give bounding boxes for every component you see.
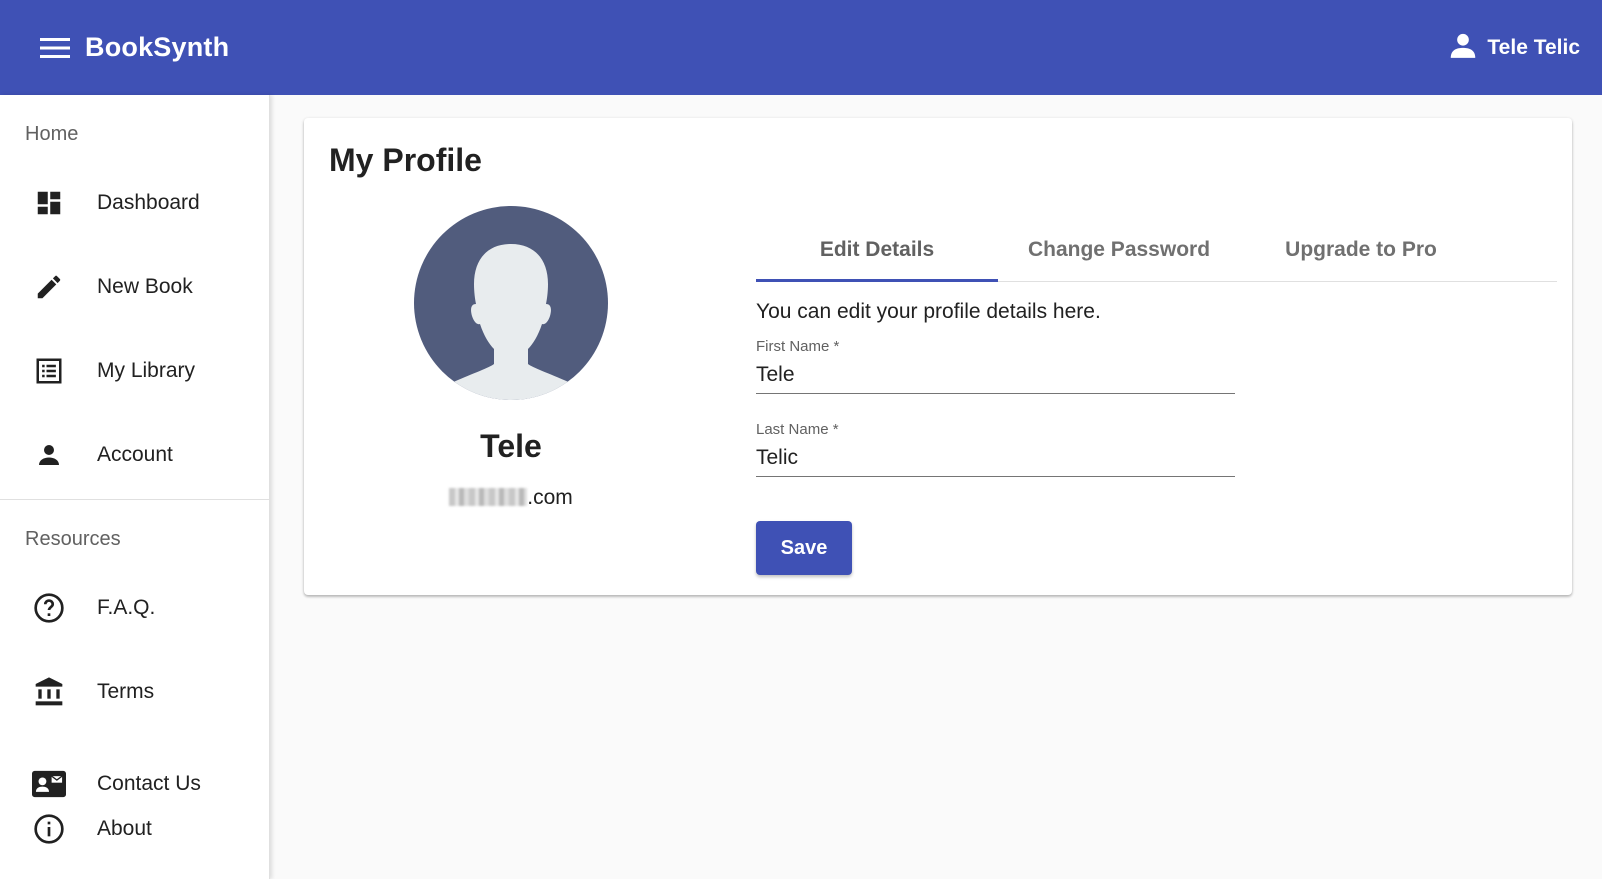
sidebar-item-label: Dashboard [97,191,200,214]
bank-icon [32,675,66,709]
last-name-field: Last Name * [756,421,1235,477]
sidebar-item-label: New Book [97,275,193,298]
sidebar-item-label: My Library [97,359,196,382]
tab-edit-details[interactable]: Edit Details [756,218,998,282]
last-name-input[interactable] [756,438,1235,477]
contact-card-icon [32,767,66,801]
sidebar-item-my-library[interactable]: My Library [0,329,269,413]
avatar [414,206,608,400]
sidebar-item-label: Terms [97,680,155,703]
sidebar-item-contact-us[interactable]: Contact Us [0,734,269,806]
sidebar-item-dashboard[interactable]: Dashboard [0,161,269,245]
last-name-label: Last Name * [756,421,839,438]
tab-upgrade-to-pro[interactable]: Upgrade to Pro [1240,218,1482,281]
sidebar-item-new-book[interactable]: New Book [0,245,269,329]
edit-details-intro: You can edit your profile details here. [756,300,1101,323]
redacted-email-user [449,488,528,506]
profile-name: Tele [480,428,542,464]
user-name: Tele Telic [1487,35,1580,59]
sidebar-item-label: Account [97,443,173,466]
app-bar: BookSynth Tele Telic [0,0,1602,95]
sidebar: Home Dashboard New Book My Library Accou… [0,95,270,879]
profile-tabs: Edit Details Change Password Upgrade to … [756,218,1557,282]
user-menu-button[interactable]: Tele Telic [1449,31,1580,64]
dashboard-icon [32,186,66,220]
sidebar-item-label: F.A.Q. [97,596,156,619]
save-button[interactable]: Save [756,521,852,575]
profile-card: My Profile Tele .com Edit Details Change… [304,118,1572,595]
list-icon [32,354,66,388]
sidebar-item-faq[interactable]: F.A.Q. [0,566,269,650]
info-icon [32,812,66,846]
menu-icon[interactable] [30,23,80,73]
sidebar-section-resources-title: Resources [25,527,121,550]
pencil-icon [32,270,66,304]
sidebar-item-about[interactable]: About [0,806,269,852]
first-name-field: First Name * [756,338,1235,394]
email-domain-suffix: .com [527,486,573,509]
sidebar-item-label: About [97,817,152,840]
first-name-input[interactable] [756,355,1235,394]
sidebar-item-label: Contact Us [97,772,201,795]
app-title: BookSynth [85,32,230,62]
person-icon [1449,31,1477,64]
tab-change-password[interactable]: Change Password [998,218,1240,281]
sidebar-section-home-title: Home [25,122,79,145]
sidebar-item-account[interactable]: Account [0,413,269,497]
sidebar-item-terms[interactable]: Terms [0,650,269,734]
profile-email: .com [374,486,648,510]
person-icon [32,438,66,472]
first-name-label: First Name * [756,338,840,355]
help-circle-icon [32,591,66,625]
page-title: My Profile [329,142,482,178]
